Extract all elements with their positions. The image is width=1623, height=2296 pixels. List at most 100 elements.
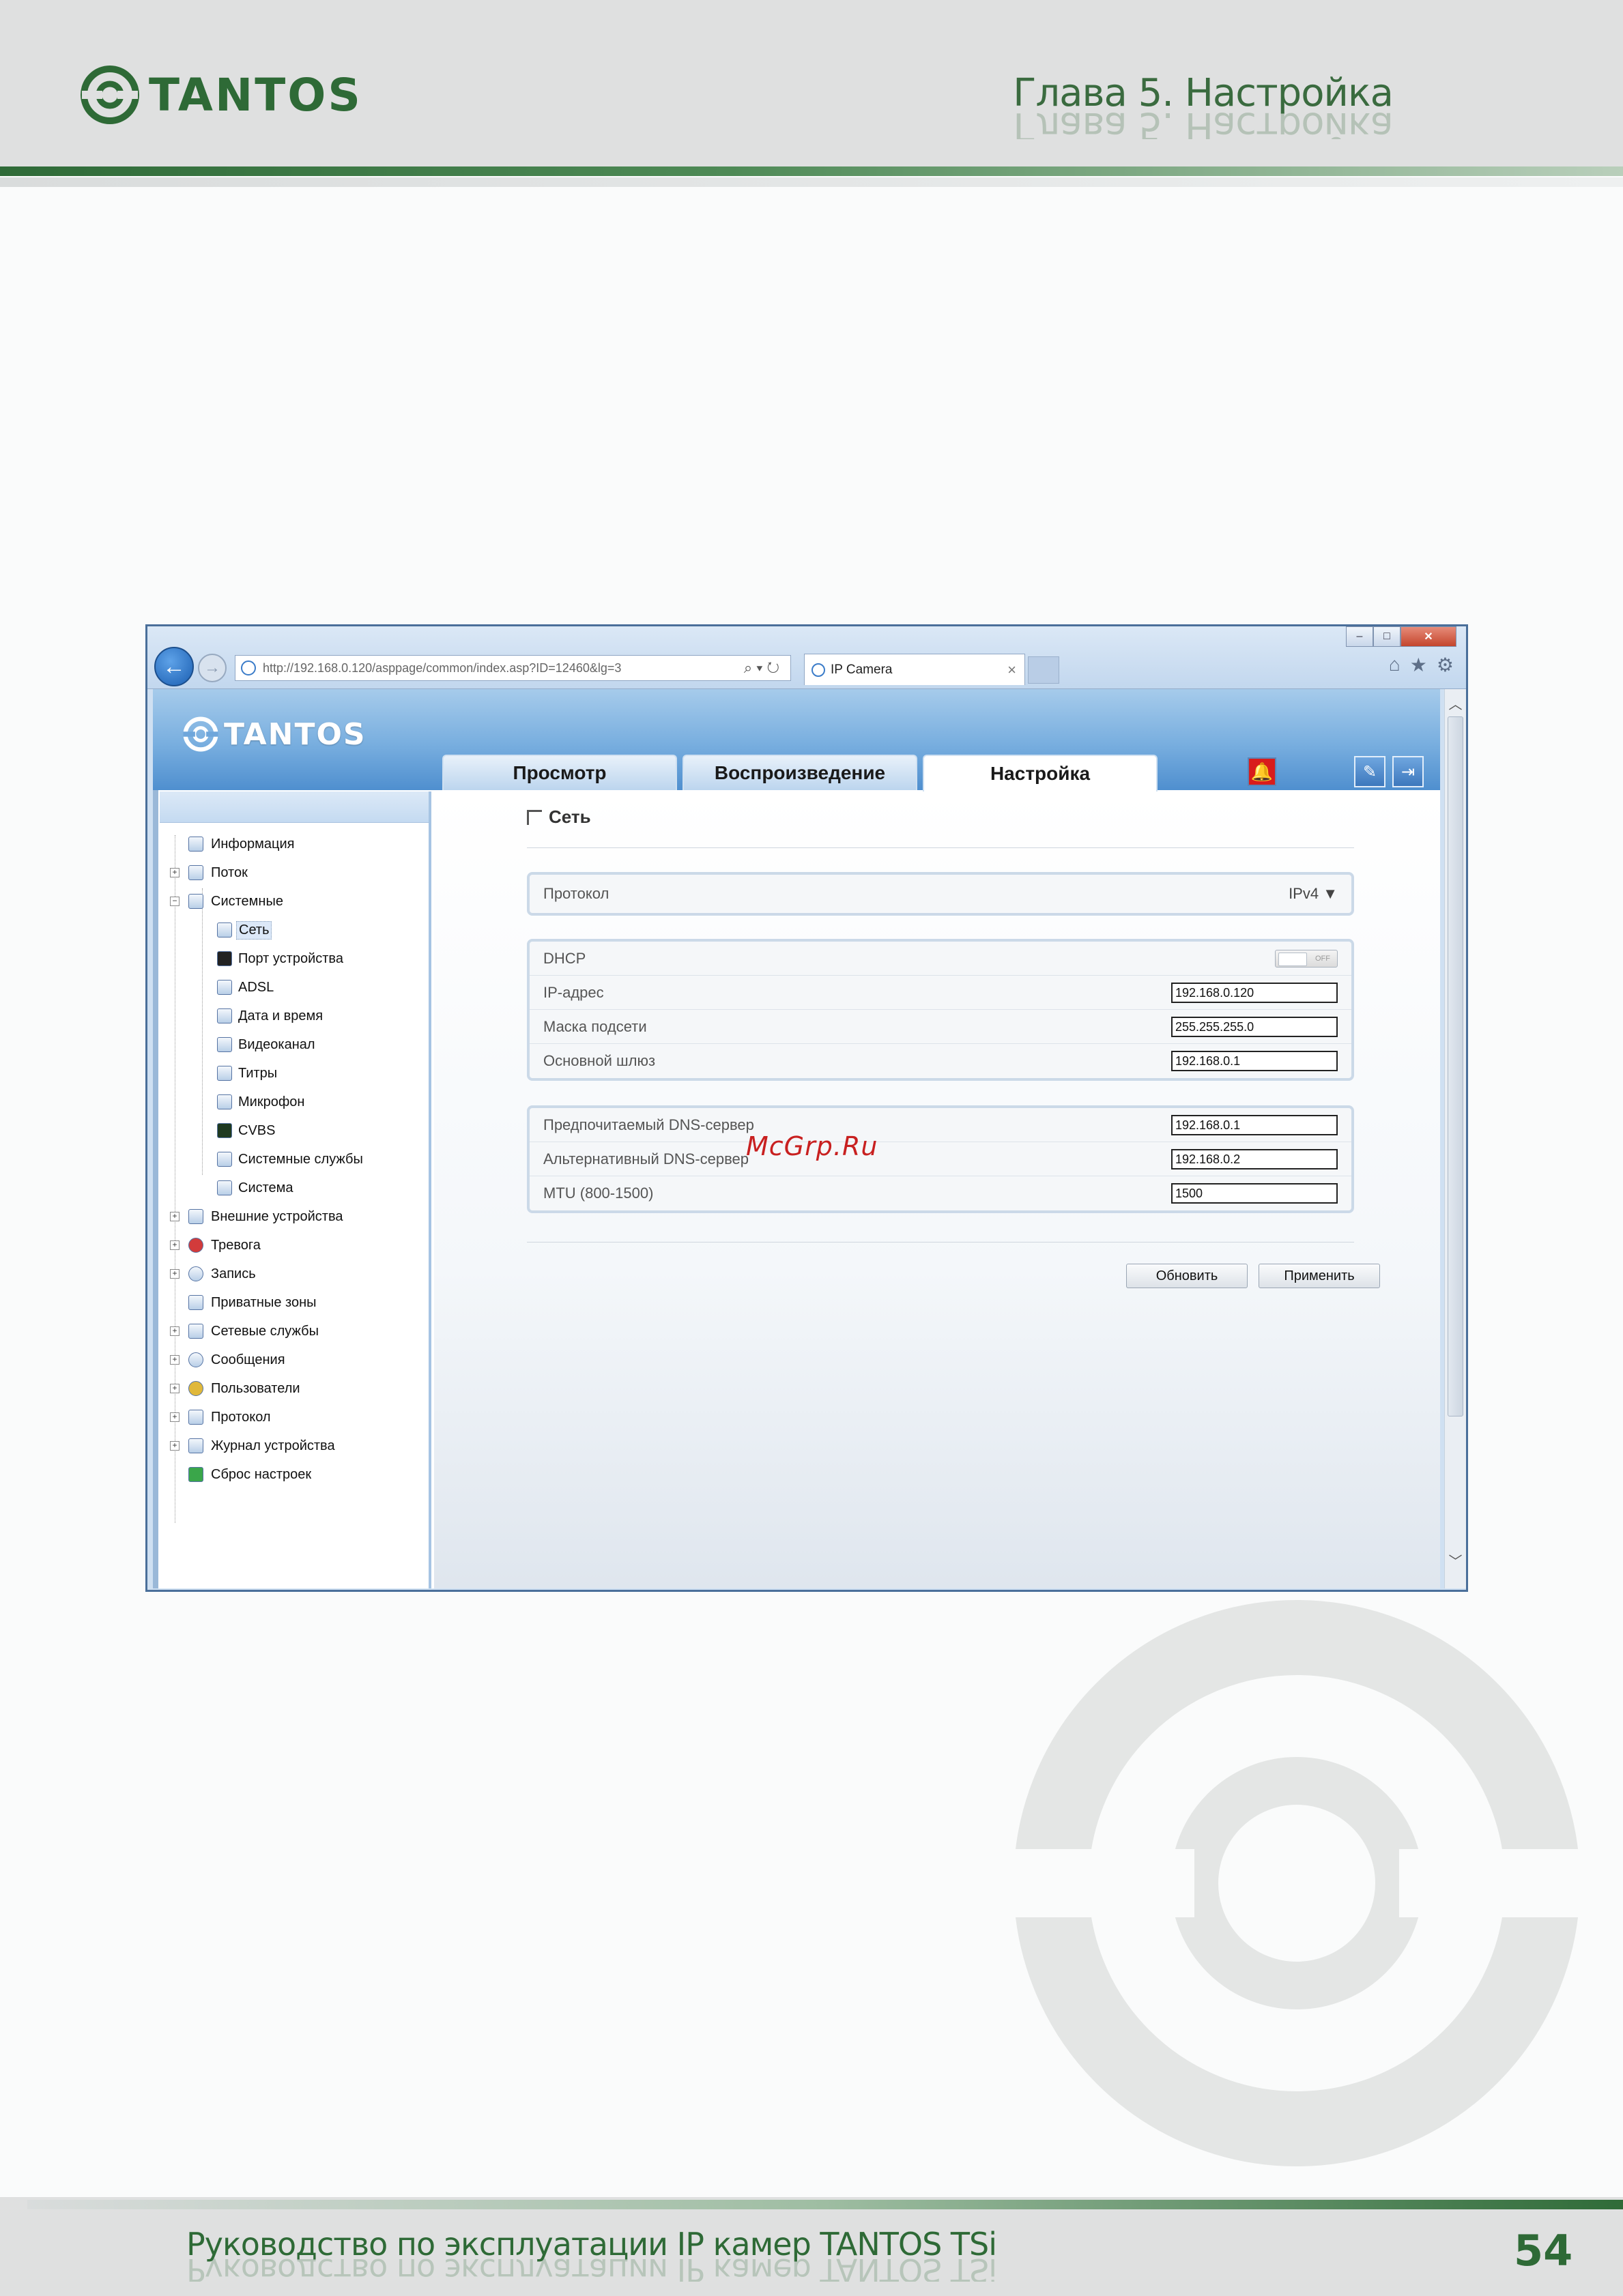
chapter-title: Глава 5. Настройка bbox=[1013, 71, 1394, 115]
scroll-down-icon[interactable]: ﹀ bbox=[1445, 1546, 1466, 1573]
sidebar-item-system-services[interactable]: Системные службы bbox=[160, 1145, 429, 1174]
expand-icon[interactable]: + bbox=[170, 1212, 179, 1221]
protocol-select[interactable]: IPv4 ▼ bbox=[1289, 885, 1338, 903]
chapter-title-reflection: Глава 5. Настройка bbox=[1013, 112, 1393, 139]
back-arrow-icon[interactable]: ← bbox=[154, 647, 194, 686]
settings-sidebar: Информация + Поток − Системные Сеть Порт… bbox=[160, 791, 431, 1588]
dns1-row: Предпочитаемый DNS-сервер 192.168.0.1 bbox=[530, 1108, 1351, 1142]
sidebar-item-protocol[interactable]: + Протокол bbox=[160, 1403, 429, 1432]
expand-icon[interactable]: + bbox=[170, 1412, 179, 1422]
home-icon[interactable]: ⌂ bbox=[1389, 654, 1401, 676]
ip-settings-panel: DHCP OFF IP-адрес 192.168.0.120 Маска по… bbox=[527, 939, 1354, 1081]
logout-icon[interactable]: ⇥ bbox=[1392, 756, 1424, 787]
sidebar-item-cvbs[interactable]: CVBS bbox=[160, 1116, 429, 1145]
osd-icon bbox=[217, 1066, 232, 1081]
ip-field[interactable]: 192.168.0.120 bbox=[1171, 983, 1338, 1003]
sidebar-item-record[interactable]: + Запись bbox=[160, 1260, 429, 1288]
alarm-bell-icon[interactable]: 🔔 bbox=[1248, 757, 1276, 786]
expand-icon[interactable]: + bbox=[170, 1240, 179, 1250]
expand-icon[interactable]: + bbox=[170, 1269, 179, 1279]
microphone-icon bbox=[217, 1094, 232, 1109]
header-stripe bbox=[0, 166, 1623, 176]
search-refresh-icon[interactable]: ⌕▾↻ bbox=[744, 659, 784, 677]
apply-button[interactable]: Применить bbox=[1259, 1264, 1380, 1288]
sidebar-item-label: CVBS bbox=[238, 1122, 276, 1138]
sidebar-item-external-devices[interactable]: + Внешние устройства bbox=[160, 1202, 429, 1231]
sidebar-item-label: Дата и время bbox=[238, 1008, 324, 1023]
sidebar-item-stream[interactable]: + Поток bbox=[160, 858, 429, 887]
mtu-label: MTU (800-1500) bbox=[543, 1185, 654, 1202]
maximize-icon[interactable]: □ bbox=[1373, 626, 1401, 647]
tantos-emblem-icon bbox=[183, 716, 218, 752]
sidebar-item-video[interactable]: Видеоканал bbox=[160, 1030, 429, 1059]
expand-icon[interactable]: + bbox=[170, 1355, 179, 1365]
close-window-icon[interactable]: ✕ bbox=[1401, 626, 1456, 647]
sidebar-item-info[interactable]: Информация bbox=[160, 830, 429, 858]
tab-preview[interactable]: Просмотр bbox=[442, 755, 677, 790]
expand-icon[interactable]: + bbox=[170, 868, 179, 877]
sidebar-item-label: Порт устройства bbox=[238, 950, 343, 966]
sidebar-item-osd[interactable]: Титры bbox=[160, 1059, 429, 1088]
forward-arrow-icon[interactable]: → bbox=[198, 654, 227, 682]
gateway-row: Основной шлюз 192.168.0.1 bbox=[530, 1044, 1351, 1078]
dhcp-toggle[interactable]: OFF bbox=[1275, 950, 1338, 968]
external-device-icon bbox=[188, 1209, 203, 1224]
mtu-row: MTU (800-1500) 1500 bbox=[530, 1176, 1351, 1210]
scroll-thumb[interactable] bbox=[1448, 716, 1463, 1416]
favorites-star-icon[interactable]: ★ bbox=[1410, 654, 1427, 676]
sidebar-item-microphone[interactable]: Микрофон bbox=[160, 1088, 429, 1116]
dns-panel: Предпочитаемый DNS-сервер 192.168.0.1 Ал… bbox=[527, 1105, 1354, 1213]
dns1-field[interactable]: 192.168.0.1 bbox=[1171, 1115, 1338, 1135]
expand-icon[interactable]: + bbox=[170, 1441, 179, 1451]
expand-icon[interactable]: + bbox=[170, 1384, 179, 1393]
mask-row: Маска подсети 255.255.255.0 bbox=[530, 1010, 1351, 1044]
sidebar-item-label: Внешние устройства bbox=[211, 1208, 343, 1224]
expand-icon[interactable]: + bbox=[170, 1326, 179, 1336]
sidebar-item-system[interactable]: − Системные bbox=[160, 887, 429, 916]
browser-toolbar: – □ ✕ ← → http://192.168.0.120/asppage/c… bbox=[147, 626, 1466, 689]
network-icon bbox=[527, 809, 542, 825]
address-url: http://192.168.0.120/asppage/common/inde… bbox=[263, 660, 622, 675]
sidebar-item-network-services[interactable]: + Сетевые службы bbox=[160, 1317, 429, 1346]
collapse-icon[interactable]: − bbox=[170, 897, 179, 906]
tantos-watermark-icon bbox=[1003, 1600, 1590, 2166]
scroll-up-icon[interactable]: ︿ bbox=[1445, 689, 1466, 716]
sidebar-header bbox=[160, 791, 429, 823]
address-bar[interactable]: http://192.168.0.120/asppage/common/inde… bbox=[235, 655, 791, 681]
minimize-icon[interactable]: – bbox=[1346, 626, 1373, 647]
mtu-field[interactable]: 1500 bbox=[1171, 1183, 1338, 1204]
vertical-scrollbar[interactable]: ︿ ﹀ bbox=[1444, 689, 1466, 1588]
mask-field[interactable]: 255.255.255.0 bbox=[1171, 1017, 1338, 1037]
footer-stripe bbox=[27, 2200, 1623, 2209]
app-logo-text: TANTOS bbox=[224, 716, 367, 752]
browser-tab[interactable]: IP Camera × bbox=[804, 654, 1025, 685]
divider bbox=[527, 1242, 1354, 1243]
protocol-value: IPv4 bbox=[1289, 885, 1319, 902]
ie-page-icon bbox=[241, 660, 256, 675]
tab-playback[interactable]: Воспроизведение bbox=[683, 755, 917, 790]
refresh-button[interactable]: Обновить bbox=[1126, 1264, 1248, 1288]
dns2-field[interactable]: 192.168.0.2 bbox=[1171, 1149, 1338, 1169]
sidebar-item-factory-reset[interactable]: Сброс настроек bbox=[160, 1460, 429, 1489]
sidebar-item-datetime[interactable]: Дата и время bbox=[160, 1002, 429, 1030]
sidebar-item-label: Системные службы bbox=[238, 1151, 363, 1167]
dhcp-label: DHCP bbox=[543, 949, 586, 967]
sidebar-item-messages[interactable]: + Сообщения bbox=[160, 1346, 429, 1374]
log-icon bbox=[188, 1438, 203, 1453]
sidebar-item-alarm[interactable]: + Тревога bbox=[160, 1231, 429, 1260]
edit-user-icon[interactable]: ✎ bbox=[1354, 756, 1385, 787]
tab-close-icon[interactable]: × bbox=[1007, 661, 1016, 679]
app-header: TANTOS Просмотр Воспроизведение Настройк… bbox=[153, 689, 1440, 791]
sidebar-item-device-log[interactable]: + Журнал устройства bbox=[160, 1432, 429, 1460]
gear-icon[interactable]: ⚙ bbox=[1437, 654, 1454, 676]
sidebar-item-device-port[interactable]: Порт устройства bbox=[160, 944, 429, 973]
sidebar-item-label: Тревога bbox=[211, 1237, 261, 1253]
sidebar-item-users[interactable]: + Пользователи bbox=[160, 1374, 429, 1403]
tab-settings[interactable]: Настройка bbox=[923, 755, 1158, 791]
sidebar-item-system-general[interactable]: Система bbox=[160, 1174, 429, 1202]
sidebar-item-privacy-zones[interactable]: Приватные зоны bbox=[160, 1288, 429, 1317]
sidebar-item-network[interactable]: Сеть bbox=[160, 916, 429, 944]
gateway-field[interactable]: 192.168.0.1 bbox=[1171, 1051, 1338, 1071]
new-tab-button[interactable] bbox=[1028, 656, 1059, 684]
sidebar-item-adsl[interactable]: ADSL bbox=[160, 973, 429, 1002]
